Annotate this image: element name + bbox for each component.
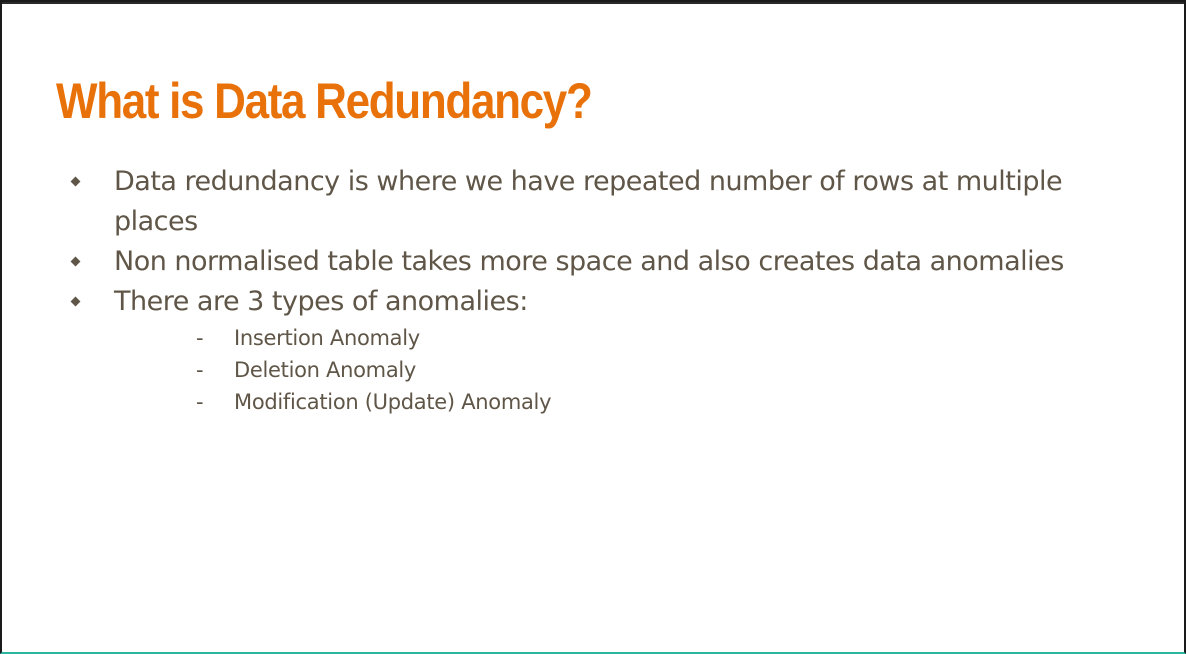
anomaly-list: - Insertion Anomaly - Deletion Anomaly -… (192, 322, 552, 418)
anomaly-text: Deletion Anomaly (234, 358, 417, 382)
top-border (2, 2, 1184, 4)
bullet-list: Data redundancy is where we have repeate… (64, 162, 1144, 322)
bullet-item: Non normalised table takes more space an… (64, 242, 1144, 282)
diamond-bullet-icon (70, 176, 81, 187)
slide-title: What is Data Redundancy? (56, 73, 593, 129)
bullet-text: There are 3 types of anomalies: (114, 286, 528, 317)
diamond-bullet-icon (70, 296, 81, 307)
bullet-item: Data redundancy is where we have repeate… (64, 162, 1144, 242)
bullet-text: Non normalised table takes more space an… (114, 246, 1064, 277)
anomaly-item: - Modification (Update) Anomaly (192, 386, 552, 418)
slide-frame: What is Data Redundancy? Data redundancy… (0, 0, 1186, 654)
dash-marker: - (196, 390, 204, 414)
anomaly-item: - Insertion Anomaly (192, 322, 551, 354)
bullet-item: There are 3 types of anomalies: (64, 282, 1144, 322)
anomaly-text: Insertion Anomaly (234, 326, 420, 350)
anomaly-item: - Deletion Anomaly (192, 354, 551, 386)
dash-marker: - (196, 358, 204, 382)
anomaly-text: Modification (Update) Anomaly (234, 390, 552, 414)
bullet-text: Data redundancy is where we have repeate… (114, 166, 1063, 237)
dash-marker: - (196, 326, 204, 350)
diamond-bullet-icon (70, 256, 81, 267)
